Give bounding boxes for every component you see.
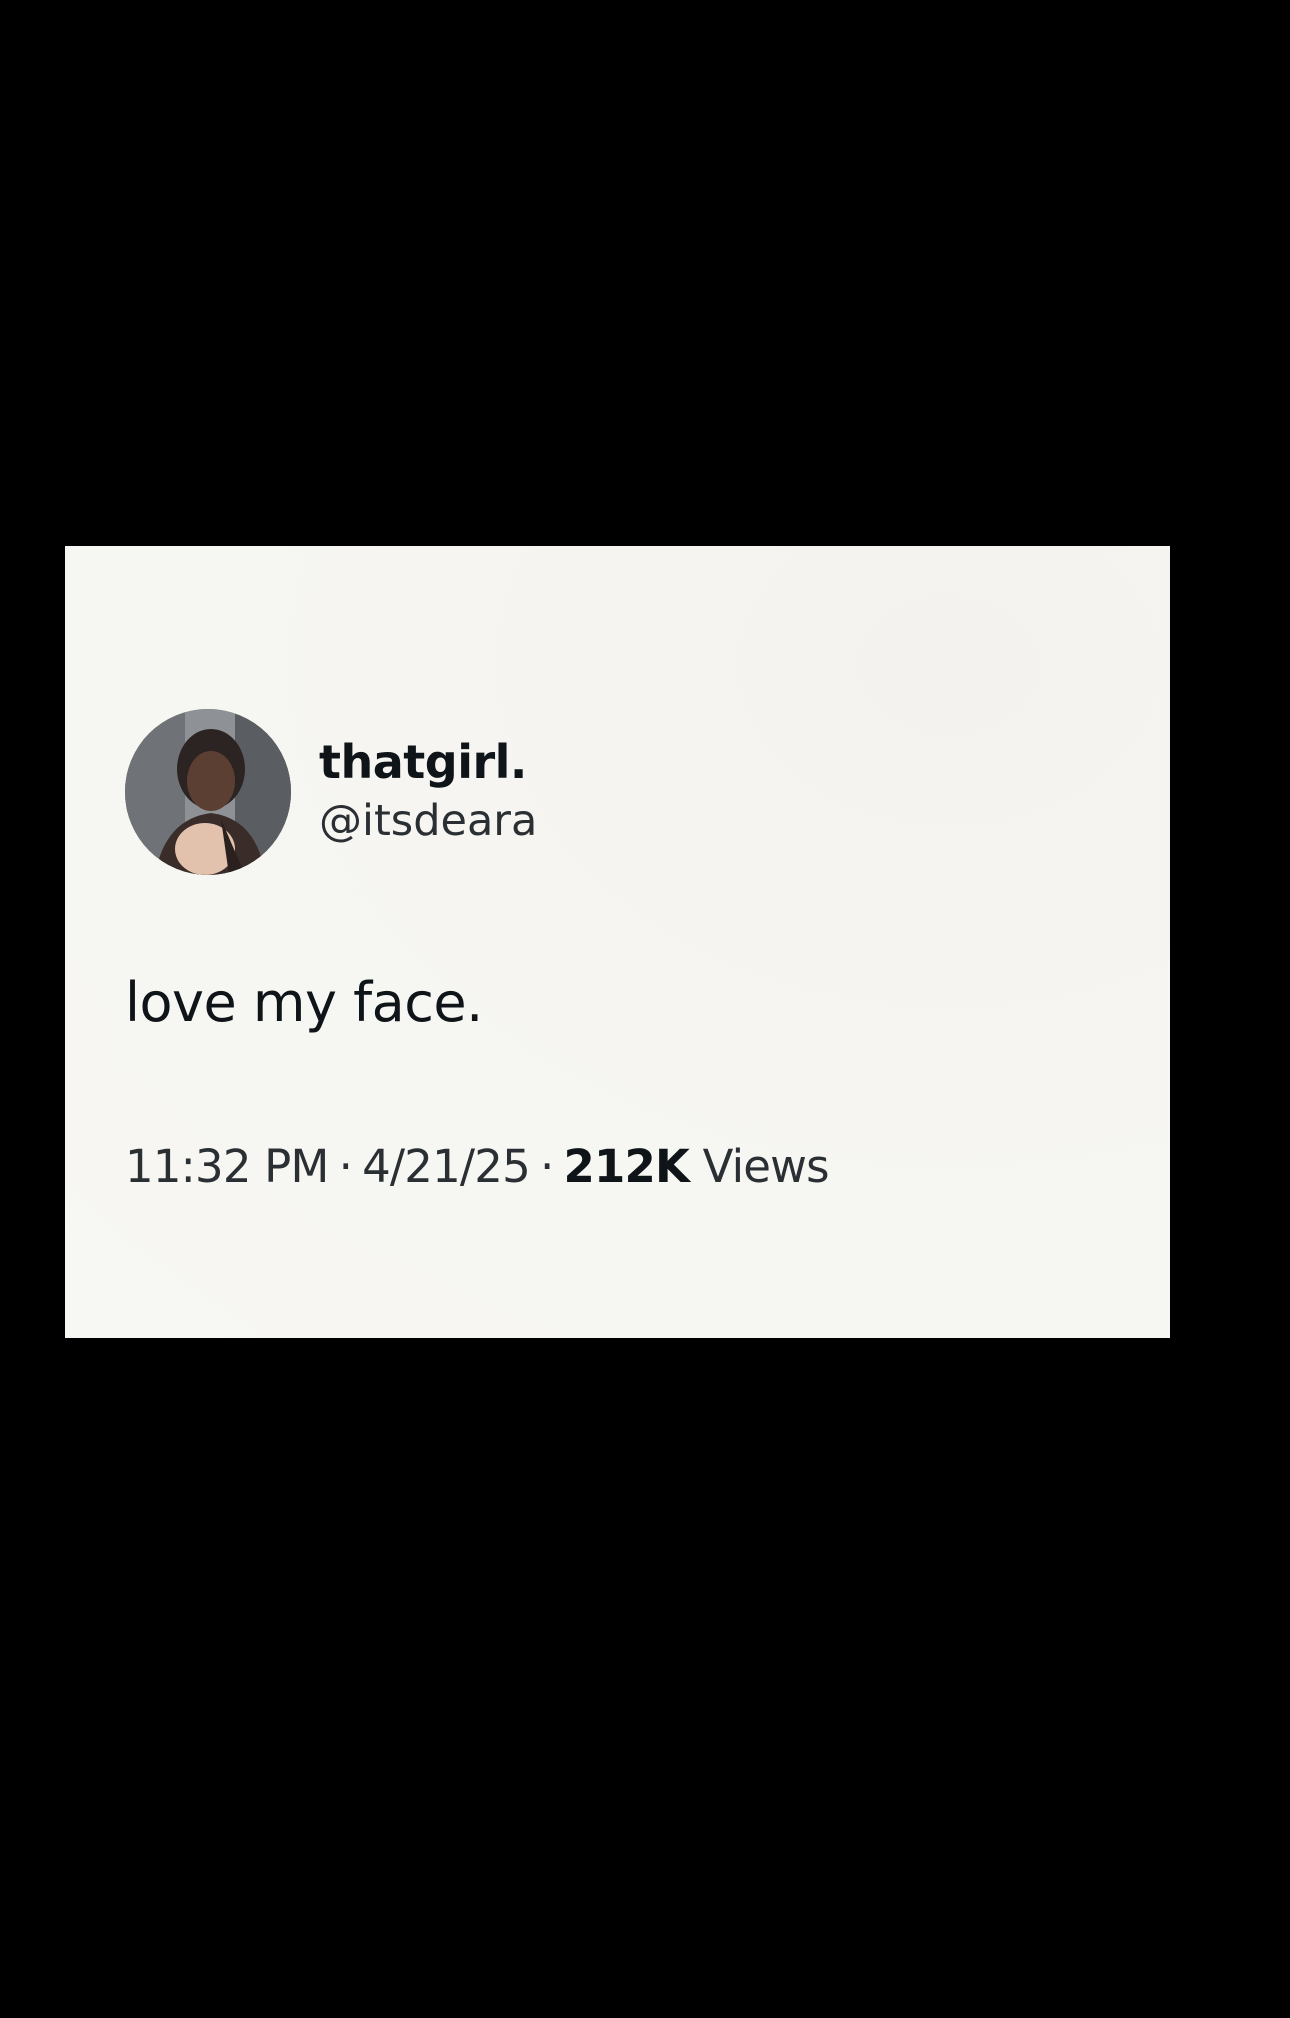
views-count[interactable]: 212K <box>563 1140 689 1193</box>
tweet-metadata: 11:32 PM · 4/21/25 · 212K Views <box>125 1140 830 1193</box>
avatar[interactable] <box>125 709 291 875</box>
avatar-photo-icon <box>125 709 291 875</box>
views-label: Views <box>702 1140 830 1193</box>
tweet-time[interactable]: 11:32 PM <box>125 1140 329 1193</box>
meta-separator: · <box>338 1140 353 1193</box>
author-names: thatgirl. @itsdeara <box>319 734 537 850</box>
tweet-card: thatgirl. @itsdeara love my face. 11:32 … <box>65 546 1170 1338</box>
screen: thatgirl. @itsdeara love my face. 11:32 … <box>0 0 1290 2018</box>
tweet-text: love my face. <box>125 971 483 1034</box>
meta-separator: · <box>539 1140 554 1193</box>
user-handle[interactable]: @itsdeara <box>319 792 537 850</box>
tweet-date[interactable]: 4/21/25 <box>362 1140 531 1193</box>
display-name[interactable]: thatgirl. <box>319 734 537 792</box>
tweet-header: thatgirl. @itsdeara <box>125 709 537 875</box>
